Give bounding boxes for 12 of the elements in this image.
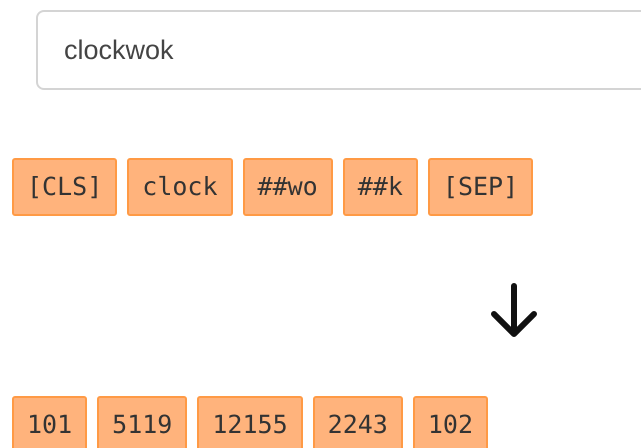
token-chip: 2243 [312,396,403,448]
token-chip: [SEP] [428,158,534,216]
token-chip: ##k [342,158,418,216]
token-chip: ##wo [242,158,333,216]
token-chip: 102 [412,396,488,448]
arrow-down-icon [489,282,539,340]
text-input-field[interactable]: clockwok [36,10,641,90]
token-chip: 5119 [97,396,188,448]
token-chip: clock [127,158,233,216]
token-chip: [CLS] [12,158,118,216]
token-chip: 12155 [197,396,303,448]
token-chip: 101 [12,396,88,448]
